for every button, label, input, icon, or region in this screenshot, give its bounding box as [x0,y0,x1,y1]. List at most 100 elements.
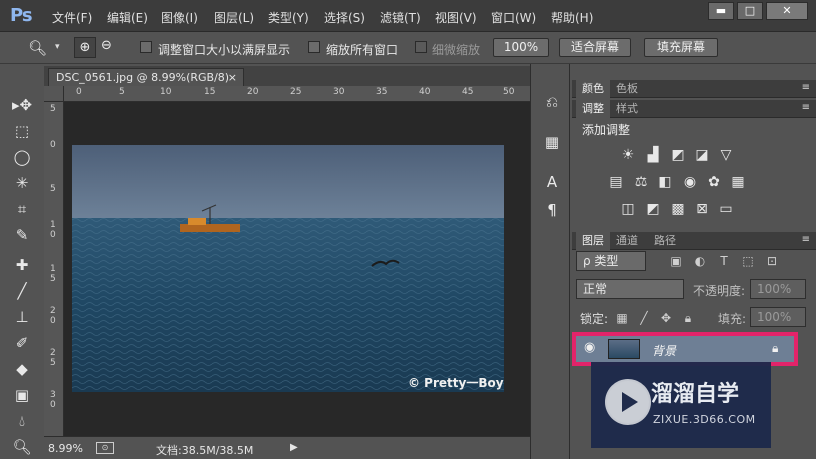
photo-canvas[interactable] [72,145,504,392]
ruler-tick: 0 [50,140,56,150]
selective-color-icon[interactable]: ⊠ [694,201,710,217]
opacity-input[interactable]: 100% [750,279,806,299]
tab-styles[interactable]: 样式 [610,100,644,118]
dodge-tool-icon[interactable]: 🔍︎ [10,436,34,458]
fill-input[interactable]: 100% [750,307,806,327]
fit-screen-button[interactable]: 适合屏幕 [559,38,631,57]
layer-kind-filter[interactable]: ρ 类型 [576,251,646,271]
channel-mixer-icon[interactable]: ✿ [706,174,722,190]
layer-name[interactable]: 背景 [652,342,676,359]
ruler-corner [44,86,64,102]
fill-screen-button[interactable]: 填充屏幕 [644,38,718,57]
panel-menu-icon[interactable]: ≡ [802,102,810,113]
adjustments-title: 添加调整 [582,123,631,137]
history-brush-icon[interactable]: ✐ [10,332,34,354]
properties-icon[interactable]: ▦ [541,132,563,152]
levels-icon[interactable]: ▟ [645,147,661,163]
scrubby-zoom-checkbox[interactable] [415,41,427,53]
crop-tool-icon[interactable]: ⌗ [10,198,34,220]
blend-mode-select[interactable]: 正常 [576,279,684,299]
exposure-icon[interactable]: ◪ [694,147,710,163]
maximize-button[interactable]: □ [737,2,763,20]
zoom-tool-icon[interactable]: 🔍︎ [28,39,47,57]
layer-thumbnail [608,339,640,359]
brush-tool-icon[interactable]: ╱ [10,280,34,302]
minimize-button[interactable]: ▬ [708,2,734,20]
eraser-tool-icon[interactable]: ◆ [10,358,34,380]
zoom-in-icon[interactable]: ⊕ [74,37,96,58]
ruler-tick: 0 [50,230,56,240]
ruler-tick: 1 [50,220,56,230]
zoom-100-button[interactable]: 100% [493,38,549,57]
history-icon[interactable]: ⎌ [541,92,563,112]
tab-layers[interactable]: 图层 [576,232,610,250]
lock-pixels-icon[interactable]: ╱ [636,310,652,326]
photo-filter-icon[interactable]: ◉ [682,174,698,190]
zoom-level[interactable]: 8.99% [48,442,83,455]
threshold-icon[interactable]: ▩ [670,201,686,217]
tab-close-icon[interactable]: × [228,69,237,86]
filter-shape-icon[interactable]: ⬚ [740,253,756,269]
invert-icon[interactable]: ◫ [620,201,636,217]
menu-edit[interactable]: 编辑(E) [107,9,148,26]
tab-swatches[interactable]: 色板 [610,80,644,98]
status-preview-icon: ⊙ [96,442,114,454]
menu-filter[interactable]: 滤镜(T) [380,9,421,26]
status-menu-arrow[interactable]: ▶ [290,442,298,453]
lock-all-icon[interactable]: 🔒︎ [680,310,696,326]
tab-color[interactable]: 颜色 [576,80,610,98]
lock-label: 锁定: [580,312,609,326]
filter-adjustment-icon[interactable]: ◐ [692,253,708,269]
lock-position-icon[interactable]: ✥ [658,310,674,326]
curves-icon[interactable]: ◩ [670,147,686,163]
close-button[interactable]: ✕ [766,2,808,20]
tab-channels[interactable]: 通道 [610,232,644,250]
hue-saturation-icon[interactable]: ▤ [608,174,624,190]
menu-layer[interactable]: 图层(L) [214,9,254,26]
ruler-tick: 5 [50,104,56,114]
vibrance-icon[interactable]: ▽ [718,147,734,163]
zoom-out-icon[interactable]: ⊖ [101,38,112,53]
paragraph-icon[interactable]: ¶ [541,200,563,220]
document-tab[interactable]: DSC_0561.jpg @ 8.99%(RGB/8) × [48,68,244,86]
character-icon[interactable]: A [541,172,563,192]
resize-windows-checkbox[interactable] [140,41,152,53]
clone-stamp-icon[interactable]: ⊥ [10,306,34,328]
color-lookup-icon[interactable]: ▦ [730,174,746,190]
ruler-tick: 2 [50,306,56,316]
menu-window[interactable]: 窗口(W) [491,9,536,26]
gradient-map-icon[interactable]: ▭ [718,201,734,217]
ruler-tick: 0 [50,400,56,410]
gradient-tool-icon[interactable]: ▣ [10,384,34,406]
zoom-all-windows-checkbox[interactable] [308,41,320,53]
menu-view[interactable]: 视图(V) [435,9,477,26]
panel-menu-icon[interactable]: ≡ [802,234,810,245]
lasso-tool-icon[interactable]: ◯ [10,146,34,168]
menu-image[interactable]: 图像(I) [161,9,198,26]
eyedropper-tool-icon[interactable]: ✎ [10,224,34,246]
brightness-icon[interactable]: ☀ [620,147,636,163]
filter-smart-object-icon[interactable]: ⊡ [764,253,780,269]
tab-paths[interactable]: 路径 [648,232,682,250]
filter-type-icon[interactable]: T [716,253,732,269]
marquee-tool-icon[interactable]: ⬚ [10,120,34,142]
menu-select[interactable]: 选择(S) [324,9,365,26]
magic-wand-icon[interactable]: ✳ [10,172,34,194]
black-white-icon[interactable]: ◧ [657,174,673,190]
brand-url: ZIXUE.3D66.COM [653,413,756,426]
move-tool-icon[interactable]: ▸✥ [10,94,34,116]
menu-type[interactable]: 类型(Y) [268,9,309,26]
blur-tool-icon[interactable]: 💧︎ [10,410,34,432]
layer-row-background[interactable]: ◉ 背景 🔒︎ [572,332,798,366]
tab-adjustments[interactable]: 调整 [576,100,610,118]
lock-transparent-icon[interactable]: ▦ [614,310,630,326]
posterize-icon[interactable]: ◩ [645,201,661,217]
healing-brush-icon[interactable]: ✚ [10,254,34,276]
panel-menu-icon[interactable]: ≡ [802,82,810,93]
eye-icon[interactable]: ◉ [584,340,595,355]
color-balance-icon[interactable]: ⚖ [633,174,649,190]
chevron-down-icon[interactable]: ▾ [55,42,60,52]
menu-file[interactable]: 文件(F) [52,9,92,26]
filter-pixel-icon[interactable]: ▣ [668,253,684,269]
menu-help[interactable]: 帮助(H) [551,9,593,26]
